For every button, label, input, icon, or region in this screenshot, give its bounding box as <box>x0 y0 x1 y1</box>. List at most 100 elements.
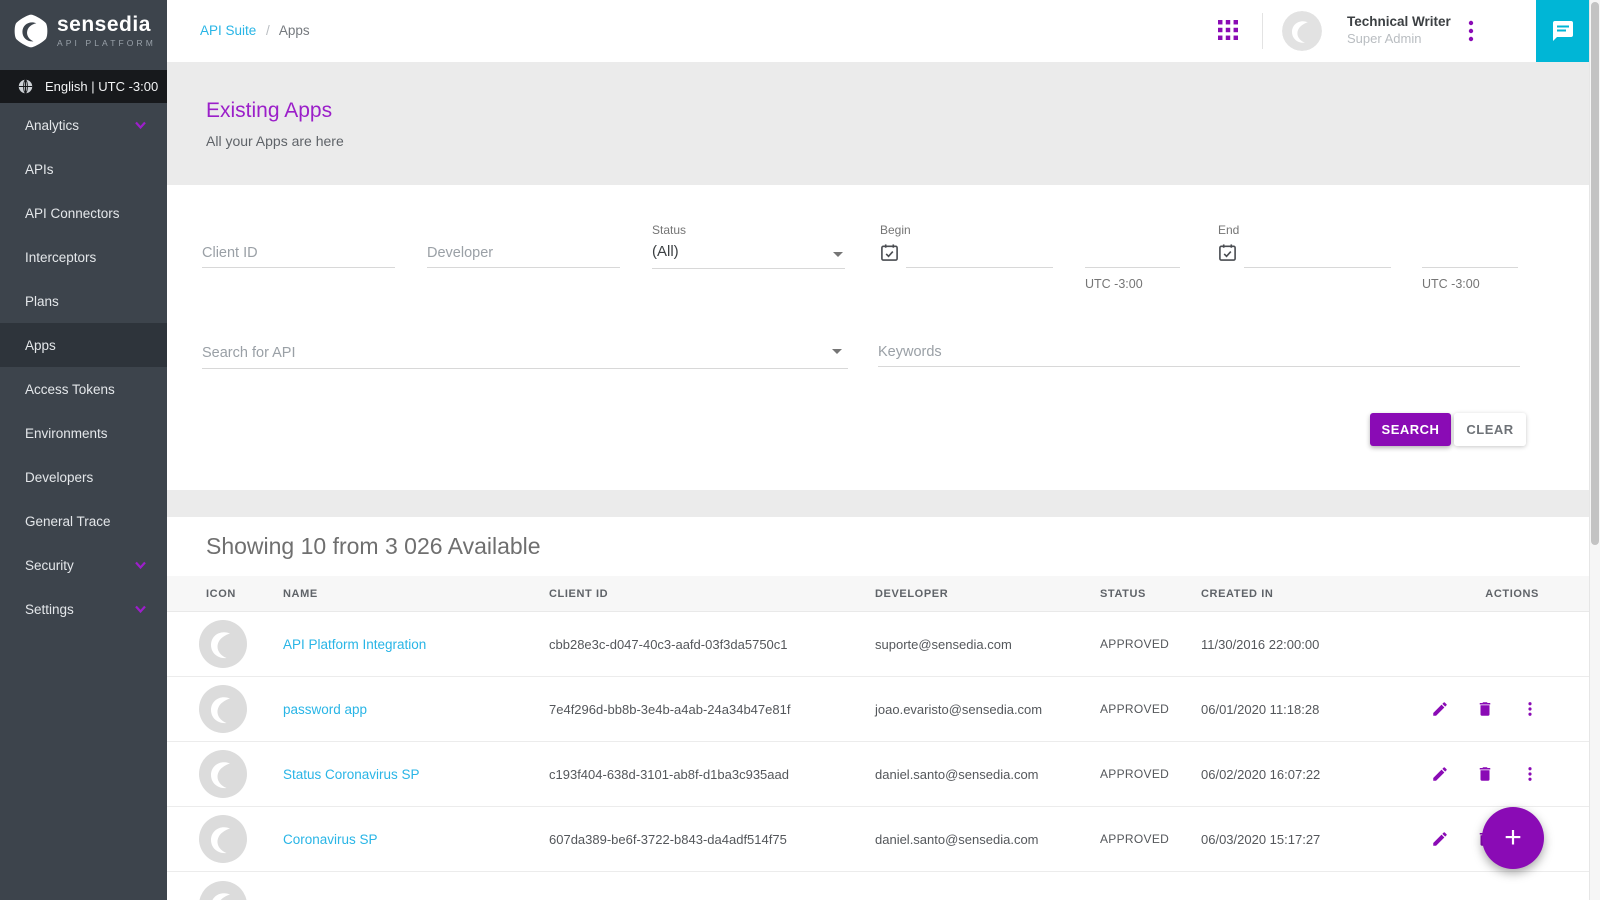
sidebar-item-apps[interactable]: Apps <box>0 323 167 367</box>
add-app-button[interactable]: + <box>1482 807 1544 869</box>
more-options-icon[interactable] <box>1521 700 1539 718</box>
sidebar-item-label: General Trace <box>25 514 111 529</box>
sidebar-nav: Analytics APIs API Connectors Intercepto… <box>0 103 167 631</box>
topbar: API Suite / Apps Technical Writer Super … <box>167 0 1589 62</box>
search-button[interactable]: SEARCH <box>1370 413 1451 446</box>
client-id-input[interactable] <box>202 238 395 268</box>
chat-button[interactable] <box>1536 0 1589 62</box>
developer-input[interactable] <box>427 238 620 268</box>
app-name-link[interactable]: password app <box>283 702 367 717</box>
created-in-value: 11/30/2016 22:00:00 <box>1201 637 1427 652</box>
page-header: Existing Apps All your Apps are here <box>167 62 1589 185</box>
globe-icon <box>17 78 34 95</box>
status-badge: APPROVED <box>1100 702 1201 716</box>
developer-value: daniel.santo@sensedia.com <box>875 767 1100 782</box>
app-icon <box>199 620 247 668</box>
apps-grid-icon[interactable] <box>1218 20 1238 40</box>
client-id-value: cbb28e3c-d047-40c3-aafd-03f3da5750c1 <box>549 637 875 652</box>
sidebar-item-general-trace[interactable]: General Trace <box>0 499 167 543</box>
app-icon <box>199 881 247 900</box>
status-badge: APPROVED <box>1100 832 1201 846</box>
created-in-value: 06/02/2020 16:07:22 <box>1201 767 1427 782</box>
status-badge: APPROVED <box>1100 637 1201 651</box>
plus-icon: + <box>1504 821 1522 854</box>
sidebar-item-label: Analytics <box>25 118 79 133</box>
begin-calendar-icon[interactable] <box>880 243 899 262</box>
sidebar-item-api-connectors[interactable]: API Connectors <box>0 191 167 235</box>
column-header-actions: ACTIONS <box>1427 588 1539 600</box>
status-badge: APPROVED <box>1100 767 1201 781</box>
sidebar-item-label: Settings <box>25 602 74 617</box>
locale-bar[interactable]: English | UTC -3:00 <box>0 70 167 103</box>
column-header-icon: ICON <box>206 588 283 600</box>
breadcrumb-link-api-suite[interactable]: API Suite <box>200 23 256 38</box>
client-id-value: 607da389-be6f-3722-b843-da4adf514f75 <box>549 832 875 847</box>
filter-panel: Status (All) Begin UTC -3:00 End UTC -3:… <box>167 185 1589 490</box>
app-name-link[interactable]: Coronavirus SP <box>283 832 378 847</box>
edit-icon[interactable] <box>1431 765 1449 783</box>
sidebar: sensedia API PLATFORM English | UTC -3:0… <box>0 0 167 900</box>
sidebar-item-access-tokens[interactable]: Access Tokens <box>0 367 167 411</box>
api-select-placeholder: Search for API <box>202 345 296 361</box>
sidebar-item-label: APIs <box>25 162 54 177</box>
end-time-input[interactable] <box>1422 238 1518 268</box>
column-header-client-id: CLIENT ID <box>549 588 875 600</box>
end-calendar-icon[interactable] <box>1218 243 1237 262</box>
sidebar-item-developers[interactable]: Developers <box>0 455 167 499</box>
sidebar-item-interceptors[interactable]: Interceptors <box>0 235 167 279</box>
topbar-divider <box>1262 13 1263 49</box>
user-info[interactable]: Technical Writer Super Admin <box>1347 14 1451 46</box>
user-avatar[interactable] <box>1282 11 1322 51</box>
developer-value: daniel.santo@sensedia.com <box>875 832 1100 847</box>
sidebar-item-apis[interactable]: APIs <box>0 147 167 191</box>
column-header-developer: DEVELOPER <box>875 588 1100 600</box>
created-in-value: 06/03/2020 15:17:27 <box>1201 832 1427 847</box>
more-options-icon[interactable] <box>1521 765 1539 783</box>
delete-icon[interactable] <box>1476 765 1494 783</box>
table-header: ICON NAME CLIENT ID DEVELOPER STATUS CRE… <box>167 576 1589 612</box>
scrollbar-thumb[interactable] <box>1591 2 1599 545</box>
sidebar-item-security[interactable]: Security <box>0 543 167 587</box>
sidebar-item-plans[interactable]: Plans <box>0 279 167 323</box>
status-label: Status <box>652 223 686 237</box>
end-date-input[interactable] <box>1244 238 1391 268</box>
chat-icon <box>1551 19 1575 43</box>
status-select[interactable]: (All) <box>652 243 845 269</box>
begin-date-input[interactable] <box>906 238 1053 268</box>
table-row <box>167 872 1589 900</box>
table-row: password app 7e4f296d-bb8b-3e4b-a4ab-24a… <box>167 677 1589 742</box>
begin-utc-caption: UTC -3:00 <box>1085 277 1143 291</box>
status-selected-value: (All) <box>652 243 679 260</box>
sidebar-item-analytics[interactable]: Analytics <box>0 103 167 147</box>
sidebar-item-label: Developers <box>25 470 93 485</box>
scrollbar[interactable] <box>1589 0 1600 900</box>
sidebar-item-label: Security <box>25 558 74 573</box>
client-id-value: 7e4f296d-bb8b-3e4b-a4ab-24a34b47e81f <box>549 702 875 717</box>
edit-icon[interactable] <box>1431 700 1449 718</box>
table-body: API Platform Integration cbb28e3c-d047-4… <box>167 612 1589 900</box>
sidebar-item-label: Environments <box>25 426 108 441</box>
sidebar-item-environments[interactable]: Environments <box>0 411 167 455</box>
brand-name: sensedia <box>57 14 156 35</box>
chevron-down-icon <box>134 121 147 130</box>
developer-value: suporte@sensedia.com <box>875 637 1100 652</box>
delete-icon[interactable] <box>1476 700 1494 718</box>
column-header-status: STATUS <box>1100 588 1201 600</box>
app-name-link[interactable]: Status Coronavirus SP <box>283 767 420 782</box>
begin-time-input[interactable] <box>1085 238 1180 268</box>
edit-icon[interactable] <box>1431 830 1449 848</box>
end-label: End <box>1218 223 1239 237</box>
keywords-input[interactable] <box>878 337 1520 367</box>
user-menu-dots-icon[interactable] <box>1464 20 1478 42</box>
created-in-value: 06/01/2020 11:18:28 <box>1201 702 1427 717</box>
api-select[interactable]: Search for API <box>202 335 848 369</box>
clear-button[interactable]: CLEAR <box>1454 413 1526 446</box>
page-subtitle: All your Apps are here <box>206 133 1589 149</box>
sidebar-item-settings[interactable]: Settings <box>0 587 167 631</box>
breadcrumb-current: Apps <box>279 23 310 38</box>
app-name-link[interactable]: API Platform Integration <box>283 637 426 652</box>
client-id-value: c193f404-638d-3101-ab8f-d1ba3c935aad <box>549 767 875 782</box>
avatar-logo-icon <box>1282 11 1322 51</box>
developer-value: joao.evaristo@sensedia.com <box>875 702 1100 717</box>
app-icon <box>199 750 247 798</box>
